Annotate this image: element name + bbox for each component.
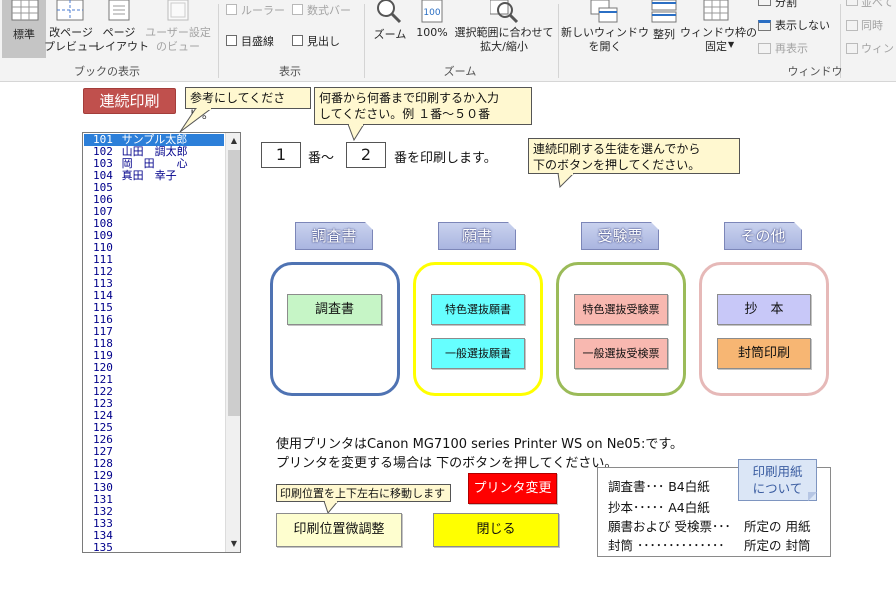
split-button[interactable]: 分割 xyxy=(758,0,797,10)
custom-views-icon xyxy=(167,0,189,21)
ribbon: 標準 改ページ プレビュー ページ レイアウト ユーザー設定 のビュー ブックの… xyxy=(0,0,896,82)
group-separator xyxy=(558,4,559,78)
paper-row-survey: 調査書･･･ B4白紙 xyxy=(608,479,710,494)
page-layout-button[interactable]: ページ レイアウト xyxy=(94,26,149,54)
special-ticket-button[interactable]: 特色選抜受験票 xyxy=(574,294,668,325)
student-name: 真田 幸子 xyxy=(121,169,177,182)
student-list: 101 サンプル太郎 102 山田 調太郎 103 岡 田 心 104 真田 幸子 10… xyxy=(84,134,224,552)
paper-info-note: 印刷用紙 について xyxy=(738,459,817,501)
paper-row-application: 願書および 受検票･･･ xyxy=(608,519,731,534)
page-break-preview-icon xyxy=(56,0,84,21)
scroll-thumb[interactable] xyxy=(228,150,240,416)
page-title: 連続印刷 xyxy=(83,88,176,114)
envelope-print-button[interactable]: 封筒印刷 xyxy=(717,338,811,369)
callout-tail-icon xyxy=(179,108,213,133)
position-adjust-button[interactable]: 印刷位置微調整 xyxy=(276,513,402,547)
general-ticket-button[interactable]: 一般選抜受検票 xyxy=(574,338,668,369)
printer-change-hint: プリンタを変更する場合は 下のボタンを押してください。 xyxy=(276,456,618,471)
zoom-100-icon: 100 xyxy=(421,0,443,23)
formula-bar-checkbox[interactable]: 数式バー xyxy=(292,2,351,18)
reset-window-position-button[interactable]: ウィンド xyxy=(846,40,896,56)
callout-tail-icon xyxy=(347,124,365,142)
normal-view-icon xyxy=(11,0,39,21)
category-exam-ticket: 受験票 xyxy=(581,222,659,250)
normal-view-button[interactable]: 標準 xyxy=(4,26,44,42)
zoom-group-label: ズーム xyxy=(443,65,477,78)
show-group-label: 表示 xyxy=(279,65,301,78)
paper-row-application-value: 所定の 用紙 xyxy=(744,519,811,534)
view-group-label: ブックの表示 xyxy=(74,65,140,78)
printer-info-line: 使用プリンタはCanon MG7100 series Printer WS on… xyxy=(276,437,684,452)
close-button[interactable]: 閉じる xyxy=(433,513,559,547)
zoom-100-button[interactable]: 100% xyxy=(412,26,452,39)
range-from-input[interactable]: 1 xyxy=(261,142,301,168)
synchronous-scroll-button[interactable]: 同時 xyxy=(846,17,883,33)
printer-change-button[interactable]: プリンタ変更 xyxy=(468,473,557,504)
listbox-scrollbar[interactable]: ▲ ▼ xyxy=(225,133,240,552)
new-window-icon xyxy=(590,0,618,23)
zoom-button[interactable]: ズーム xyxy=(370,26,410,42)
freeze-panes-dropdown-icon[interactable]: ▼ xyxy=(728,40,734,49)
paper-row-envelope: 封筒 ･･････････････ xyxy=(608,538,725,553)
window-group-label: ウィンドウ xyxy=(787,65,843,78)
category-survey: 調査書 xyxy=(295,222,373,250)
callout-tail-icon xyxy=(557,173,575,189)
student-list-item[interactable]: 135 xyxy=(84,541,224,553)
svg-text:100: 100 xyxy=(423,8,440,18)
page-break-preview-button[interactable]: 改ページ プレビュー xyxy=(44,26,99,54)
zoom-to-selection-button[interactable]: 選択範囲に合わせて 拡大/縮小 xyxy=(451,26,557,54)
gridlines-checkbox[interactable]: 目盛線 xyxy=(226,33,274,49)
student-listbox[interactable]: 101 サンプル太郎 102 山田 調太郎 103 岡 田 心 104 真田 幸子 10… xyxy=(82,132,241,553)
hide-window-button[interactable]: 表示しない xyxy=(758,17,830,33)
range-from-suffix: 番～ xyxy=(308,151,335,166)
other-group xyxy=(699,262,829,396)
paper-row-envelope-value: 所定の 封筒 xyxy=(744,538,811,553)
unhide-window-button[interactable]: 再表示 xyxy=(758,40,808,56)
freeze-panes-icon xyxy=(703,0,729,21)
range-instruction-callout: 何番から何番まで印刷するか入力 してください。例 １番～５０番 xyxy=(314,87,532,125)
select-instruction-callout: 連続印刷する生徒を選んでから 下のボタンを押してください。 xyxy=(528,138,740,174)
page-layout-icon xyxy=(108,0,130,21)
position-adjust-callout: 印刷位置を上下左右に移動します xyxy=(276,484,451,502)
group-separator xyxy=(364,4,365,78)
survey-print-button[interactable]: 調査書 xyxy=(287,294,382,325)
survey-group xyxy=(270,262,400,396)
student-number: 135 xyxy=(93,541,113,553)
abstract-button[interactable]: 抄 本 xyxy=(717,294,811,325)
exam-ticket-group xyxy=(556,262,686,396)
arrange-all-icon xyxy=(651,0,677,23)
category-application: 願書 xyxy=(438,222,516,250)
new-window-button[interactable]: 新しいウィンドウ を開く xyxy=(560,26,650,54)
zoom-magnifier-icon xyxy=(377,0,402,24)
scroll-down-icon[interactable]: ▼ xyxy=(226,536,240,552)
group-separator xyxy=(218,4,219,78)
scroll-up-icon[interactable]: ▲ xyxy=(226,133,240,149)
range-to-suffix: 番を印刷します。 xyxy=(394,151,497,166)
view-side-by-side-button[interactable]: 並べて xyxy=(846,0,894,10)
category-other: その他 xyxy=(724,222,802,250)
general-application-button[interactable]: 一般選抜願書 xyxy=(431,338,525,369)
zoom-to-selection-icon xyxy=(490,0,519,24)
reference-callout: 参考にしてください。 xyxy=(185,87,311,121)
custom-views-button[interactable]: ユーザー設定 のビュー xyxy=(142,26,214,54)
paper-row-abstract: 抄本･････ A4白紙 xyxy=(608,500,710,515)
arrange-button[interactable]: 整列 xyxy=(644,26,684,42)
worksheet: 連続印刷 参考にしてください。 何番から何番まで印刷するか入力 してください。例… xyxy=(0,82,896,597)
ruler-checkbox[interactable]: ルーラー xyxy=(226,2,285,18)
freeze-panes-button[interactable]: ウィンドウ枠の 固定 xyxy=(680,26,757,54)
range-to-input[interactable]: 2 xyxy=(346,142,386,168)
special-application-button[interactable]: 特色選抜願書 xyxy=(431,294,525,325)
application-group xyxy=(413,262,543,396)
headings-checkbox[interactable]: 見出し xyxy=(292,33,340,49)
